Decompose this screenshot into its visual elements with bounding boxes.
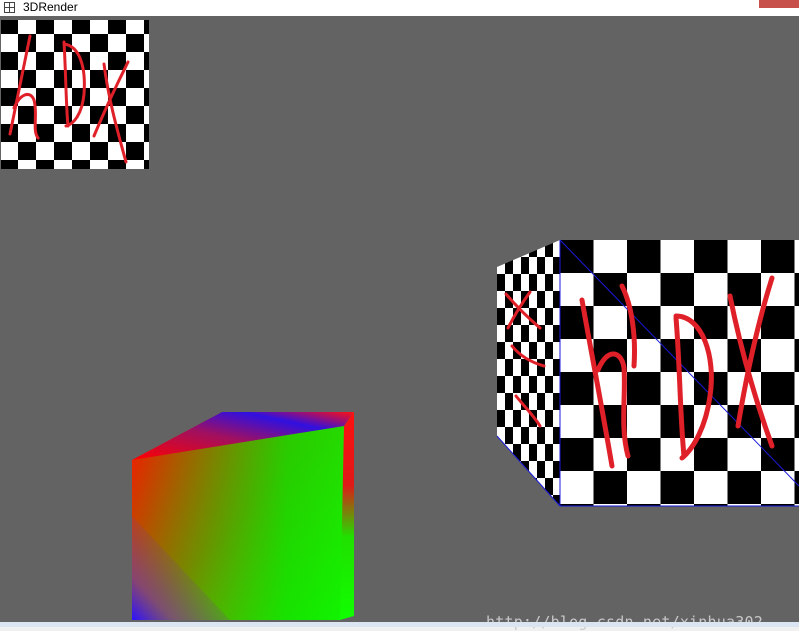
window-bottom-border [0, 622, 799, 627]
texture-preview [1, 20, 149, 169]
app-icon [4, 2, 15, 13]
window-title: 3DRender [23, 0, 78, 14]
render-canvas [1, 20, 799, 620]
render-viewport[interactable]: http://blog.csdn.net/xinhua302 [0, 16, 799, 631]
app-window: 3DRender [0, 0, 799, 631]
textured-cube [496, 239, 799, 507]
color-cube [132, 412, 354, 620]
title-bar[interactable]: 3DRender [0, 0, 799, 16]
close-button[interactable] [759, 0, 799, 8]
